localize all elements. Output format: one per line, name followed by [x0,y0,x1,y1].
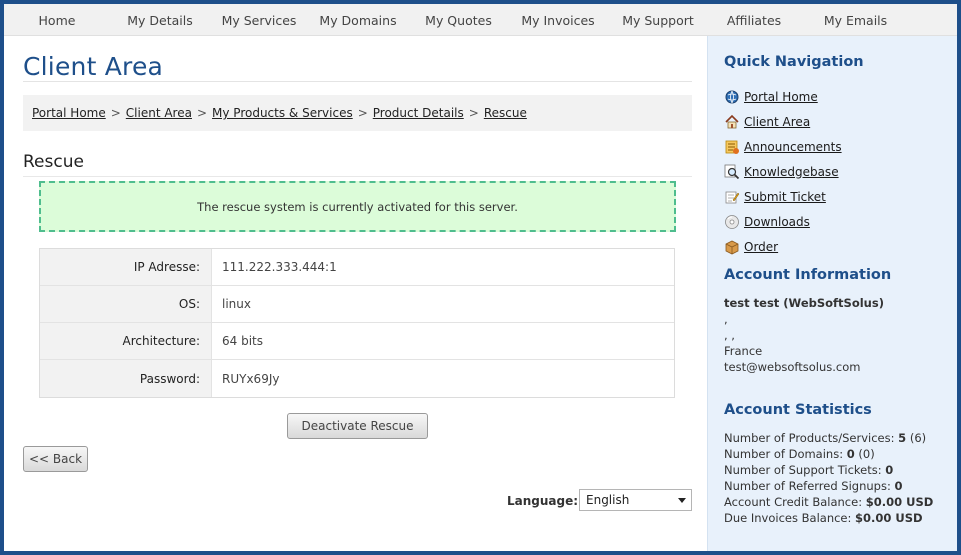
stat-support-tickets: Number of Support Tickets: 0 [724,462,933,478]
stat-domains: Number of Domains: 0 (0) [724,446,933,462]
stat-value: $0.00 USD [865,495,934,509]
sidebar: Quick Navigation Portal Home Client Area… [707,36,957,551]
quick-navigation-heading: Quick Navigation [724,54,864,70]
stat-referred-signups: Number of Referred Signups: 0 [724,478,933,494]
stat-due-invoices: Due Invoices Balance: $0.00 USD [724,510,933,526]
main-content: Client Area Portal Home > Client Area > … [23,36,692,548]
stat-products-services: Number of Products/Services: 5 (6) [724,430,933,446]
nav-affiliates[interactable]: Affiliates [709,4,799,36]
quick-navigation-list: Portal Home Client Area Announcements Kn… [724,84,842,259]
account-address-line: , [724,312,728,326]
breadcrumb-rescue[interactable]: Rescue [484,106,527,120]
account-email: test@websoftsolus.com [724,360,861,374]
nav-my-invoices[interactable]: My Invoices [509,4,607,36]
stat-value: 0 [846,447,855,461]
stat-value: $0.00 USD [855,511,923,525]
account-country: France [724,344,763,358]
quick-nav-portal-home[interactable]: Portal Home [724,84,842,109]
quick-nav-submit-ticket[interactable]: Submit Ticket [724,184,842,209]
password-value: RUYx69Jy [222,371,280,386]
stat-value: 5 [898,431,907,445]
language-selected-value: English [586,493,630,507]
stat-label: Number of Support Tickets: [724,463,882,477]
section-divider [23,176,692,177]
breadcrumb-separator: > [357,106,368,120]
section-title: Rescue [23,152,84,172]
stat-label: Number of Referred Signups: [724,479,891,493]
account-statistics: Number of Products/Services: 5 (6) Numbe… [724,430,933,526]
quick-nav-label: Client Area [744,114,811,129]
language-label: Language: [507,494,579,508]
box-icon [724,239,740,255]
stat-value: 0 [885,463,894,477]
stat-label: Number of Products/Services: [724,431,895,445]
breadcrumb-separator: > [468,106,479,120]
stat-extra: (0) [858,447,875,461]
stat-label: Due Invoices Balance: [724,511,852,525]
table-row: Password: RUYx69Jy [40,360,674,397]
account-information: test test (WebSoftSolus) , , , France te… [724,295,884,375]
account-statistics-heading: Account Statistics [724,402,872,418]
top-nav: Home My Details My Services My Domains M… [4,4,957,36]
account-name: test test (WebSoftSolus) [724,296,884,310]
ip-value: 111.222.333.444:1 [222,260,337,274]
breadcrumb: Portal Home > Client Area > My Products … [23,95,692,131]
nav-my-support[interactable]: My Support [607,4,709,36]
stat-label: Account Credit Balance: [724,495,863,509]
announcement-icon [724,139,740,155]
quick-nav-knowledgebase[interactable]: Knowledgebase [724,159,842,184]
ticket-icon [724,189,740,205]
table-row: OS: linux [40,286,674,323]
magnifier-icon [724,164,740,180]
quick-nav-label: Downloads [744,214,810,229]
breadcrumb-products-services[interactable]: My Products & Services [212,106,353,120]
os-value: linux [222,297,251,311]
nav-my-quotes[interactable]: My Quotes [408,4,509,36]
nav-my-services[interactable]: My Services [210,4,308,36]
account-information-heading: Account Information [724,267,892,283]
quick-nav-label: Order [744,239,779,254]
deactivate-rescue-button[interactable]: Deactivate Rescue [287,413,428,439]
breadcrumb-portal-home[interactable]: Portal Home [32,106,106,120]
title-divider [23,81,692,82]
breadcrumb-separator: > [196,106,208,120]
page-title: Client Area [23,52,164,81]
quick-nav-label: Knowledgebase [744,164,839,179]
back-button[interactable]: << Back [23,446,88,472]
quick-nav-label: Announcements [744,139,842,154]
nav-my-domains[interactable]: My Domains [308,4,408,36]
table-row: IP Adresse: 111.222.333.444:1 [40,249,674,286]
stat-value: 0 [894,479,903,493]
stat-credit-balance: Account Credit Balance: $0.00 USD [724,494,933,510]
language-select[interactable]: English [579,489,692,511]
disc-icon [724,214,740,230]
quick-nav-label: Submit Ticket [744,189,826,204]
rescue-status-alert: The rescue system is currently activated… [39,181,676,232]
nav-my-emails[interactable]: My Emails [799,4,912,36]
breadcrumb-product-details[interactable]: Product Details [373,106,464,120]
chevron-down-icon [678,498,686,503]
ip-label: IP Adresse: [40,249,212,285]
account-address-line: , , [724,328,735,342]
nav-my-details[interactable]: My Details [110,4,210,36]
server-details-table: IP Adresse: 111.222.333.444:1 OS: linux … [39,248,675,398]
home-icon [724,114,740,130]
quick-nav-order[interactable]: Order [724,234,842,259]
stat-extra: (6) [909,431,927,445]
quick-nav-label: Portal Home [744,89,818,104]
quick-nav-announcements[interactable]: Announcements [724,134,842,159]
globe-icon [724,89,740,105]
password-label: Password: [40,360,212,397]
breadcrumb-separator: > [110,106,121,120]
stat-label: Number of Domains: [724,447,844,461]
os-label: OS: [40,286,212,322]
quick-nav-client-area[interactable]: Client Area [724,109,842,134]
quick-nav-downloads[interactable]: Downloads [724,209,842,234]
breadcrumb-client-area[interactable]: Client Area [126,106,192,120]
architecture-value: 64 bits [222,334,263,348]
table-row: Architecture: 64 bits [40,323,674,360]
architecture-label: Architecture: [40,323,212,359]
nav-home[interactable]: Home [4,4,110,36]
